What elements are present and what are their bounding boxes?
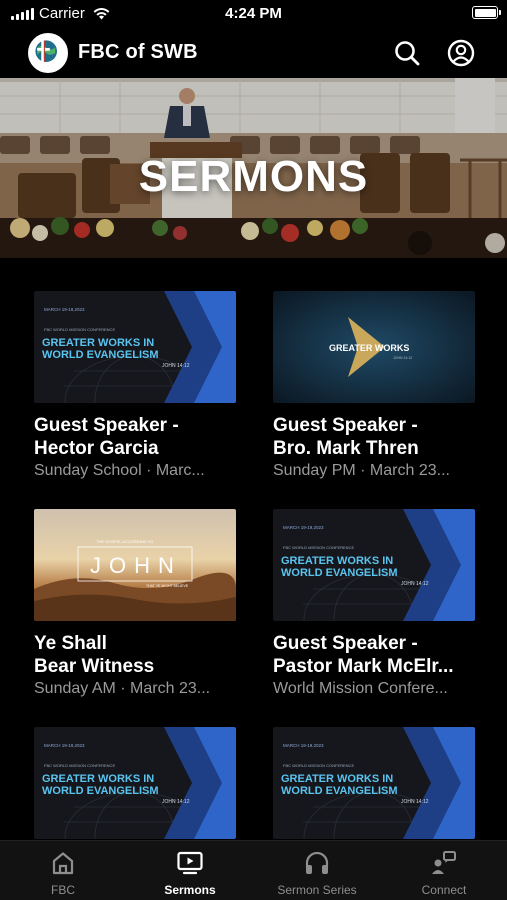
sermon-card[interactable]: MARCH 19-19,2023 FBC WORLD MISSION CONFE…: [34, 727, 236, 839]
sermon-card[interactable]: GREATER WORKS JOHN 14:12 Guest Speaker -…: [273, 291, 475, 480]
app-header: FBC of SWB: [0, 28, 507, 78]
tab-connect[interactable]: Connect: [381, 841, 507, 900]
search-icon[interactable]: [392, 38, 422, 68]
svg-text:JOHN 14:12: JOHN 14:12: [162, 799, 190, 805]
svg-text:JOHN 14:12: JOHN 14:12: [162, 363, 190, 369]
svg-text:FBC WORLD MISSION CONFERENCE: FBC WORLD MISSION CONFERENCE: [283, 763, 354, 768]
sermon-thumbnail: MARCH 19-19,2023 FBC WORLD MISSION CONFE…: [273, 727, 475, 839]
svg-text:WORLD EVANGELISM: WORLD EVANGELISM: [281, 785, 398, 797]
tab-fbc[interactable]: FBC: [0, 841, 126, 900]
svg-text:JOHN 14:12: JOHN 14:12: [393, 356, 412, 360]
tab-label: FBC: [51, 883, 75, 897]
svg-text:MARCH 19-19,2023: MARCH 19-19,2023: [283, 743, 324, 748]
tab-label: Connect: [421, 883, 467, 897]
sermon-title: Guest Speaker - Bro. Mark Thren: [273, 415, 419, 459]
sermon-thumbnail: THE GOSPEL ACCORDING TO JOHN THAT YE MIG…: [34, 509, 236, 621]
status-time: 4:24 PM: [225, 5, 282, 22]
sermon-subtitle: Sunday School · Marc...: [34, 462, 205, 479]
svg-text:WORLD EVANGELISM: WORLD EVANGELISM: [281, 567, 398, 579]
svg-text:WORLD EVANGELISM: WORLD EVANGELISM: [42, 349, 159, 361]
svg-text:GREATER WORKS IN: GREATER WORKS IN: [281, 555, 393, 567]
hero-title: SERMONS: [138, 152, 369, 201]
svg-text:GREATER WORKS: GREATER WORKS: [329, 343, 409, 353]
sermon-card[interactable]: MARCH 19-19,2023 FBC WORLD MISSION CONFE…: [273, 727, 475, 839]
tab-sermon-series[interactable]: Sermon Series: [254, 841, 380, 900]
sermon-grid: MARCH 19-19,2023 FBC WORLD MISSION CONFE…: [0, 258, 507, 840]
svg-text:GREATER WORKS IN: GREATER WORKS IN: [42, 773, 154, 785]
svg-text:GREATER WORKS IN: GREATER WORKS IN: [281, 773, 393, 785]
sermon-subtitle: Sunday PM · March 23...: [273, 462, 450, 479]
sermon-thumbnail: GREATER WORKS JOHN 14:12: [273, 291, 475, 403]
headphones-icon: [305, 851, 329, 874]
church-logo[interactable]: [28, 33, 68, 73]
sermon-title: Ye Shall Bear Witness: [34, 633, 155, 677]
sermon-subtitle: Sunday AM · March 23...: [34, 680, 211, 697]
svg-text:GREATER WORKS IN: GREATER WORKS IN: [42, 337, 154, 349]
tab-label: Sermons: [164, 883, 216, 897]
globe-logo-icon: [30, 35, 62, 67]
svg-text:WORLD EVANGELISM: WORLD EVANGELISM: [42, 785, 159, 797]
svg-text:MARCH 19-19,2023: MARCH 19-19,2023: [283, 525, 324, 530]
svg-text:FBC WORLD MISSION CONFERENCE: FBC WORLD MISSION CONFERENCE: [44, 327, 115, 332]
sermon-title: Guest Speaker - Hector Garcia: [34, 415, 179, 459]
tab-sermons[interactable]: Sermons: [127, 841, 253, 900]
sermons-hero-banner: SERMONS: [0, 78, 507, 258]
svg-text:MARCH 19-19,2023: MARCH 19-19,2023: [44, 743, 85, 748]
svg-text:FBC WORLD MISSION CONFERENCE: FBC WORLD MISSION CONFERENCE: [283, 545, 354, 550]
sermon-subtitle: World Mission Confere...: [273, 680, 448, 697]
svg-text:FBC WORLD MISSION CONFERENCE: FBC WORLD MISSION CONFERENCE: [44, 763, 115, 768]
tv-play-icon: [177, 851, 203, 875]
home-icon: [52, 852, 74, 875]
sermon-card[interactable]: THE GOSPEL ACCORDING TO JOHN THAT YE MIG…: [34, 509, 236, 698]
svg-text:JOHN: JOHN: [90, 553, 182, 578]
svg-text:THE GOSPEL ACCORDING TO: THE GOSPEL ACCORDING TO: [96, 539, 153, 544]
svg-text:MARCH 19-19,2023: MARCH 19-19,2023: [44, 307, 85, 312]
sermon-thumbnail: MARCH 19-19,2023 FBC WORLD MISSION CONFE…: [34, 291, 236, 403]
connect-icon: [432, 851, 456, 874]
svg-text:THAT YE MIGHT BELIEVE: THAT YE MIGHT BELIEVE: [146, 584, 189, 588]
app-title: FBC of SWB: [78, 41, 198, 63]
sermon-thumbnail: MARCH 19-19,2023 FBC WORLD MISSION CONFE…: [34, 727, 236, 839]
status-bar: Carrier 4:24 PM: [0, 0, 507, 28]
tab-label: Sermon Series: [277, 883, 357, 897]
profile-icon[interactable]: [446, 38, 476, 68]
bottom-tab-bar: FBC Sermons Sermon Series Connect: [0, 840, 507, 900]
sermon-title: Guest Speaker - Pastor Mark McElr...: [273, 633, 454, 677]
battery-icon: [472, 6, 501, 19]
sermon-card[interactable]: MARCH 19-19,2023 FBC WORLD MISSION CONFE…: [34, 291, 236, 480]
svg-text:JOHN 14:12: JOHN 14:12: [401, 581, 429, 587]
sermon-card[interactable]: MARCH 19-19,2023 FBC WORLD MISSION CONFE…: [273, 509, 475, 698]
sermon-thumbnail: MARCH 19-19,2023 FBC WORLD MISSION CONFE…: [273, 509, 475, 621]
svg-text:JOHN 14:12: JOHN 14:12: [401, 799, 429, 805]
